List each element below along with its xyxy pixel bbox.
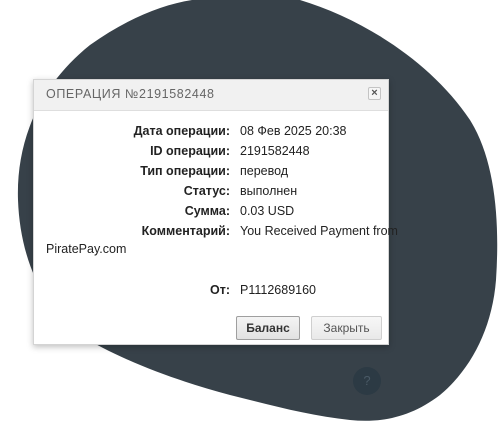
balance-button[interactable]: Баланс [236, 316, 300, 340]
help-button[interactable]: ? [353, 367, 381, 395]
field-value: 0.03 USD [240, 204, 295, 218]
close-dialog-button[interactable]: × [368, 87, 381, 100]
operation-dialog: ОПЕРАЦИЯ №2191582448 × Дата операции: 08… [33, 79, 398, 345]
field-label: Комментарий: [141, 224, 230, 238]
field-label: Статус: [183, 184, 230, 198]
field-row-id: ID операции: 2191582448 [34, 142, 388, 160]
field-label: ID операции: [150, 144, 230, 158]
field-row-amount: Сумма: 0.03 USD [34, 202, 388, 220]
field-row-type: Тип операции: перевод [34, 162, 388, 180]
field-value: 08 Фев 2025 20:38 [240, 124, 347, 138]
field-value: перевод [240, 164, 289, 178]
field-value: выполнен [240, 184, 298, 198]
field-row-date: Дата операции: 08 Фев 2025 20:38 [34, 122, 388, 140]
close-icon: × [371, 87, 378, 99]
comment-continuation: PiratePay.com [46, 242, 127, 256]
field-value: 2191582448 [240, 144, 310, 158]
dialog-header: ОПЕРАЦИЯ №2191582448 × [34, 80, 388, 111]
field-label: Сумма: [184, 204, 230, 218]
field-value: P1112689160 [240, 283, 317, 297]
dialog-title: ОПЕРАЦИЯ №2191582448 [46, 87, 215, 101]
close-button[interactable]: Закрыть [311, 316, 382, 340]
field-value: You Received Payment from [240, 224, 398, 238]
field-label: Тип операции: [140, 164, 230, 178]
field-label: От: [209, 283, 230, 297]
help-icon: ? [363, 373, 371, 388]
field-row-comment: Комментарий: You Received Payment from [34, 222, 398, 240]
field-label: Дата операции: [133, 124, 230, 138]
field-row-status: Статус: выполнен [34, 182, 388, 200]
field-row-from: От: P1112689160 [34, 281, 388, 299]
